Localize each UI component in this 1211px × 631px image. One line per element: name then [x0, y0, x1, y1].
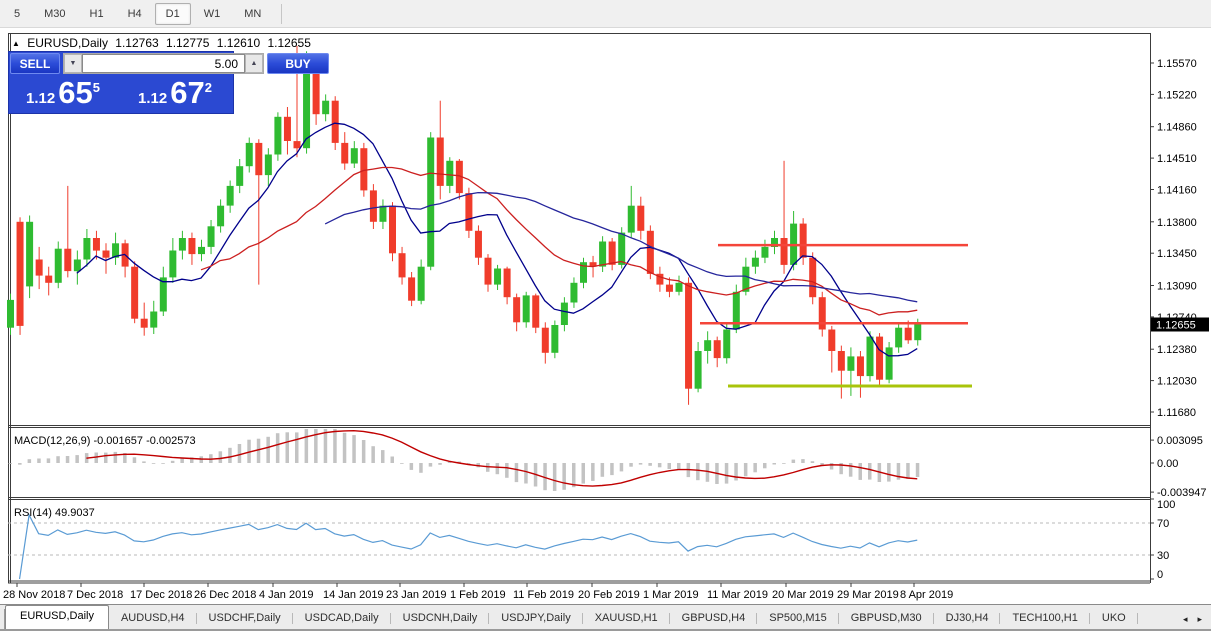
date-axis-label: 26 Dec 2018 — [194, 589, 256, 601]
date-axis-label: 20 Mar 2019 — [772, 589, 834, 601]
date-axis-label: 11 Feb 2019 — [513, 589, 574, 601]
timeframe-button-m30[interactable]: M30 — [33, 3, 76, 25]
rsi-label: RSI(14) 49.9037 — [14, 507, 95, 519]
price-axis-label: 1.11680 — [1157, 407, 1196, 419]
price-axis-label: 1.15220 — [1157, 89, 1197, 101]
timeframe-button-h1[interactable]: H1 — [79, 3, 115, 25]
chart-symbol-label: EURUSD,Daily — [27, 36, 108, 50]
ohlc-low: 1.12610 — [216, 36, 261, 50]
sell-price-display[interactable]: 1.12 65 5 — [9, 75, 117, 113]
buy-price-display[interactable]: 1.12 67 2 — [117, 75, 233, 113]
chart-tab-audusd-h4[interactable]: AUDUSD,H4 — [109, 608, 197, 629]
timeframe-button-5[interactable]: 5 — [3, 3, 31, 25]
macd-label: MACD(12,26,9) -0.001657 -0.002573 — [14, 435, 196, 447]
timeframe-button-h4[interactable]: H4 — [117, 3, 153, 25]
price-axis-label: 1.14160 — [1157, 185, 1197, 197]
volume-stepper: ▼ ▲ — [63, 53, 264, 74]
buy-button[interactable]: BUY — [267, 53, 329, 74]
macd-axis-label: 0.00 — [1157, 458, 1178, 470]
macd-axis-label: 0.003095 — [1157, 435, 1203, 447]
price-axis-label: 1.14510 — [1157, 153, 1197, 165]
date-axis-label: 8 Apr 2019 — [900, 589, 953, 601]
date-axis-label: 29 Mar 2019 — [837, 589, 899, 601]
price-axis-label: 1.13450 — [1157, 248, 1197, 260]
date-axis-label: 11 Mar 2019 — [707, 589, 768, 601]
chart-tab-gbpusd-m30[interactable]: GBPUSD,M30 — [839, 608, 934, 629]
ohlc-open: 1.12763 — [115, 36, 159, 50]
date-axis-label: 4 Jan 2019 — [259, 589, 313, 601]
terminal-window: 5 M30 H1 H4 D1 W1 MN 1.15570 1.15220 1.14860 1.14… — [0, 0, 1211, 631]
chart-tab-bar: EURUSD,Daily AUDUSD,H4 USDCHF,Daily USDCAD,… — [0, 605, 1211, 631]
chart-tab-usdcad-daily[interactable]: USDCAD,Daily — [293, 608, 391, 629]
date-axis-label: 1 Mar 2019 — [643, 589, 699, 601]
timeframe-button-d1[interactable]: D1 — [154, 2, 191, 25]
date-axis-label: 7 Dec 2018 — [67, 589, 123, 601]
rsi-axis-label: 70 — [1157, 518, 1169, 530]
timeframe-button-w1[interactable]: W1 — [193, 3, 232, 25]
buy-price-sup: 2 — [204, 80, 212, 95]
timeframe-toolbar: 5 M30 H1 H4 D1 W1 MN — [0, 0, 1211, 28]
chart-tab-sp500-m15[interactable]: SP500,M15 — [757, 608, 840, 629]
buy-price-big: 67 — [170, 75, 205, 110]
price-axis-label: 1.15570 — [1157, 58, 1197, 70]
tab-scroll-arrows: ◂ ▸ — [1178, 610, 1211, 629]
price-axis-label: 1.12030 — [1157, 376, 1197, 388]
chart-tab-usdjpy-daily[interactable]: USDJPY,Daily — [489, 608, 583, 629]
chart-tab-tech100-h1[interactable]: TECH100,H1 — [1000, 608, 1091, 629]
date-axis-label: 23 Jan 2019 — [386, 589, 447, 601]
rsi-axis-label: 30 — [1157, 550, 1169, 562]
collapse-triangle-icon[interactable]: ▲ — [12, 39, 20, 48]
chart-tab-eurusd-daily[interactable]: EURUSD,Daily — [5, 605, 109, 629]
macd-axis-label: -0.003947 — [1157, 487, 1207, 499]
date-axis-label: 17 Dec 2018 — [130, 589, 192, 601]
date-axis-label: 20 Feb 2019 — [578, 589, 640, 601]
timeframe-button-mn[interactable]: MN — [233, 3, 272, 25]
chart-tab-gbpusd-h4[interactable]: GBPUSD,H4 — [670, 608, 758, 629]
chart-tab-uko[interactable]: UKO — [1090, 608, 1138, 629]
sell-price-sup: 5 — [92, 80, 100, 95]
chart-tab-usdchf-daily[interactable]: USDCHF,Daily — [197, 608, 293, 629]
date-axis-label: 14 Jan 2019 — [323, 589, 384, 601]
volume-input[interactable] — [82, 54, 245, 73]
rsi-axis-label: 100 — [1157, 499, 1175, 511]
current-price-tag-text: 1.12655 — [1156, 320, 1196, 332]
one-click-trading-panel: SELL ▼ ▲ BUY 1.12 65 5 1.12 67 2 — [8, 51, 329, 114]
ohlc-high: 1.12775 — [166, 36, 210, 50]
tab-scroll-left-icon[interactable]: ◂ — [1178, 610, 1193, 629]
price-axis-label: 1.13800 — [1157, 217, 1197, 229]
rsi-axis-label: 0 — [1157, 569, 1163, 581]
price-axis-label: 1.13090 — [1157, 281, 1197, 293]
volume-increase-icon[interactable]: ▲ — [245, 54, 263, 73]
sell-price-main: 1.12 — [26, 90, 56, 107]
toolbar-divider — [281, 3, 283, 24]
price-axis-label: 1.12380 — [1157, 344, 1197, 356]
tab-scroll-right-icon[interactable]: ▸ — [1192, 610, 1207, 629]
date-axis-label: 28 Nov 2018 — [3, 589, 65, 601]
chart-tab-dj30-h4[interactable]: DJ30,H4 — [934, 608, 1001, 629]
chart-header: ▲ EURUSD,Daily 1.12763 1.12775 1.12610 1… — [12, 36, 315, 50]
ohlc-close: 1.12655 — [267, 36, 311, 50]
sell-button[interactable]: SELL — [10, 53, 60, 74]
price-chart-canvas[interactable]: 1.15570 1.15220 1.14860 1.14510 1.14160 1.138… — [0, 28, 1211, 605]
chart-tab-xauusd-h1[interactable]: XAUUSD,H1 — [583, 608, 670, 629]
volume-decrease-icon[interactable]: ▼ — [64, 54, 82, 73]
chart-tab-usdcnh-daily[interactable]: USDCNH,Daily — [391, 608, 490, 629]
date-axis-label: 1 Feb 2019 — [450, 589, 506, 601]
buy-price-main: 1.12 — [138, 90, 168, 107]
sell-price-big: 65 — [58, 75, 93, 110]
price-axis-label: 1.14860 — [1157, 122, 1197, 134]
rsi-line — [18, 513, 918, 580]
